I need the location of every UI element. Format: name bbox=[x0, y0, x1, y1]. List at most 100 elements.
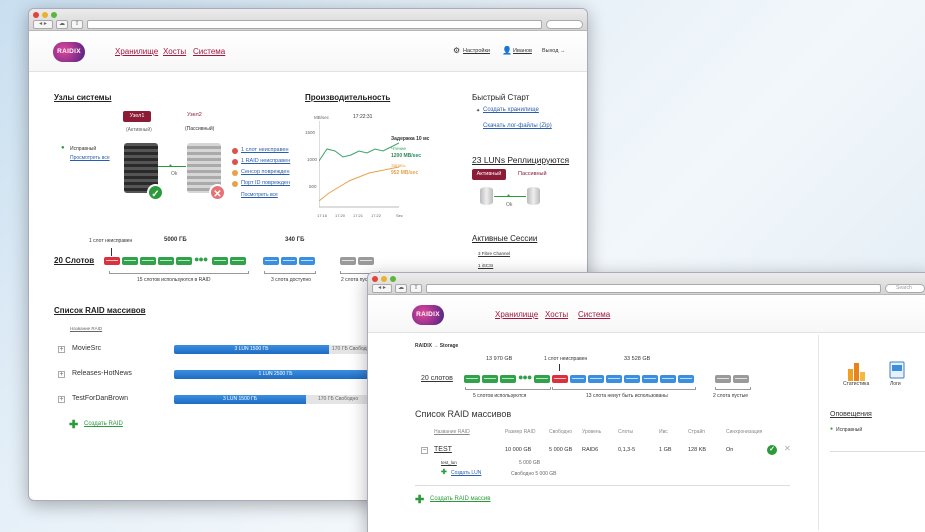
raid-usage-bar[interactable]: 3 LUN 1500 ГБ bbox=[174, 395, 306, 404]
nav-storage[interactable]: Хранилище bbox=[495, 310, 538, 319]
slot-used[interactable] bbox=[500, 375, 516, 383]
logout-link[interactable]: Выход → bbox=[542, 48, 566, 54]
share-icon[interactable]: ⇧ bbox=[410, 284, 422, 293]
expand-icon[interactable]: + bbox=[58, 371, 65, 378]
back-forward-button[interactable]: ◂ ▸ bbox=[33, 20, 53, 29]
raid-row-name[interactable]: TestForDanBrown bbox=[72, 395, 128, 402]
raid-usage-bar[interactable]: 3 LUN 1500 ГБ bbox=[174, 345, 329, 354]
slot-blue[interactable] bbox=[642, 375, 658, 383]
maximize-dot[interactable] bbox=[51, 12, 57, 18]
slot-used[interactable] bbox=[464, 375, 480, 383]
close-dot[interactable] bbox=[372, 276, 378, 282]
raid-usage-bar[interactable]: 1 LUN 2500 ГБ bbox=[174, 370, 377, 379]
slot-used[interactable] bbox=[140, 257, 156, 265]
slot-used[interactable] bbox=[176, 257, 192, 265]
col-stripe[interactable]: Страйп bbox=[688, 429, 705, 435]
stats-label[interactable]: Статистика bbox=[843, 381, 869, 387]
slot-broken[interactable] bbox=[552, 375, 568, 383]
download-logs-link[interactable]: Скачать лог-файлы (Zip) bbox=[483, 123, 552, 129]
share-icon[interactable]: ⇧ bbox=[71, 20, 83, 29]
slot-blue[interactable] bbox=[678, 375, 694, 383]
col-sync[interactable]: Синхронизация bbox=[726, 429, 762, 435]
search-field[interactable]: Search bbox=[885, 284, 925, 293]
back-forward-button[interactable]: ◂ ▸ bbox=[372, 284, 392, 293]
create-raid-link[interactable]: Создать RAID массив bbox=[430, 496, 490, 502]
minimize-dot[interactable] bbox=[381, 276, 387, 282]
maximize-dot[interactable] bbox=[390, 276, 396, 282]
logs-icon[interactable] bbox=[889, 361, 905, 379]
lun-name[interactable]: test_lun bbox=[441, 460, 457, 465]
raid-name[interactable]: TEST bbox=[434, 446, 452, 453]
slot-broken[interactable] bbox=[104, 257, 120, 265]
slot-blue[interactable] bbox=[624, 375, 640, 383]
slot-blue[interactable] bbox=[606, 375, 622, 383]
col-size[interactable]: Размер RAID bbox=[505, 429, 536, 435]
node1-tag[interactable]: Узел1 bbox=[123, 111, 151, 122]
slot-empty[interactable] bbox=[715, 375, 731, 383]
plus-icon[interactable]: ✚ bbox=[441, 468, 447, 476]
nav-hosts[interactable]: Хосты bbox=[545, 310, 568, 319]
cloud-icon[interactable]: ☁ bbox=[56, 20, 68, 29]
error-slot[interactable]: 1 слот неисправен bbox=[241, 147, 289, 153]
view-all-link[interactable]: Просмотреть все bbox=[70, 155, 110, 161]
nav-system[interactable]: Система bbox=[193, 47, 225, 56]
cloud-icon[interactable]: ☁ bbox=[395, 284, 407, 293]
slot-used[interactable] bbox=[534, 375, 550, 383]
settings-link[interactable]: Настройки bbox=[463, 48, 490, 54]
col-name[interactable]: Название RAID bbox=[434, 429, 470, 435]
error-sensor[interactable]: Сенсор поврежден bbox=[241, 169, 290, 175]
delete-icon[interactable]: ✕ bbox=[784, 444, 791, 453]
url-bar[interactable] bbox=[426, 284, 881, 293]
breadcrumb[interactable]: RAIDIX → Storage bbox=[415, 343, 458, 349]
stats-icon[interactable] bbox=[846, 361, 866, 381]
lun-passive-tag[interactable]: Пассивный bbox=[518, 171, 547, 177]
slot-empty[interactable] bbox=[733, 375, 749, 383]
view-all-errors-link[interactable]: Посмотреть все bbox=[241, 192, 278, 198]
minimize-dot[interactable] bbox=[42, 12, 48, 18]
gear-icon[interactable]: ⚙ bbox=[453, 46, 460, 55]
expand-icon[interactable]: + bbox=[58, 346, 65, 353]
error-raid[interactable]: 1 RAID неисправен bbox=[241, 158, 290, 164]
nav-hosts[interactable]: Хосты bbox=[163, 47, 186, 56]
slot-used[interactable] bbox=[230, 257, 246, 265]
raid-row-name[interactable]: MovieSrc bbox=[72, 345, 101, 352]
col-slots[interactable]: Слоты bbox=[618, 429, 633, 435]
raid-row-name[interactable]: Releases-HotNews bbox=[72, 370, 132, 377]
slot-empty[interactable] bbox=[358, 257, 374, 265]
slot-blue[interactable] bbox=[660, 375, 676, 383]
col-free[interactable]: Свободно bbox=[549, 429, 572, 435]
error-port[interactable]: Порт ID поврежден bbox=[241, 180, 290, 186]
nav-storage[interactable]: Хранилище bbox=[115, 47, 158, 56]
slot-used[interactable] bbox=[122, 257, 138, 265]
warning-icon bbox=[232, 181, 238, 187]
plus-icon[interactable]: ✚ bbox=[69, 418, 78, 431]
collapse-icon[interactable]: − bbox=[421, 447, 428, 454]
plus-icon[interactable]: ✚ bbox=[415, 493, 424, 506]
node2-tag[interactable]: Узел2 bbox=[187, 112, 202, 118]
expand-icon[interactable]: + bbox=[58, 396, 65, 403]
user-name[interactable]: Иванов bbox=[513, 48, 532, 54]
lun-active-tag[interactable]: Активный bbox=[472, 169, 506, 180]
session-fc[interactable]: 3 Fibre Channel bbox=[478, 251, 510, 256]
slot-free[interactable] bbox=[281, 257, 297, 265]
slot-blue[interactable] bbox=[570, 375, 586, 383]
slot-free[interactable] bbox=[299, 257, 315, 265]
divider bbox=[830, 451, 925, 452]
close-dot[interactable] bbox=[33, 12, 39, 18]
slot-used[interactable] bbox=[212, 257, 228, 265]
session-iscsi[interactable]: 1 iSCSI bbox=[478, 263, 493, 268]
slot-free[interactable] bbox=[263, 257, 279, 265]
col-level[interactable]: Уровень bbox=[582, 429, 601, 435]
slot-empty[interactable] bbox=[340, 257, 356, 265]
create-raid-link[interactable]: Создать RAID bbox=[84, 421, 123, 427]
nav-system[interactable]: Система bbox=[578, 310, 610, 319]
slot-used[interactable] bbox=[482, 375, 498, 383]
search-field[interactable] bbox=[546, 20, 583, 29]
col-lun[interactable]: Ивс bbox=[659, 429, 668, 435]
slot-blue[interactable] bbox=[588, 375, 604, 383]
slot-used[interactable] bbox=[158, 257, 174, 265]
create-storage-link[interactable]: Создать хранилище bbox=[483, 107, 539, 113]
create-lun-link[interactable]: Создать LUN bbox=[451, 470, 481, 476]
logs-label[interactable]: Логи bbox=[890, 381, 901, 387]
url-bar[interactable] bbox=[87, 20, 542, 29]
